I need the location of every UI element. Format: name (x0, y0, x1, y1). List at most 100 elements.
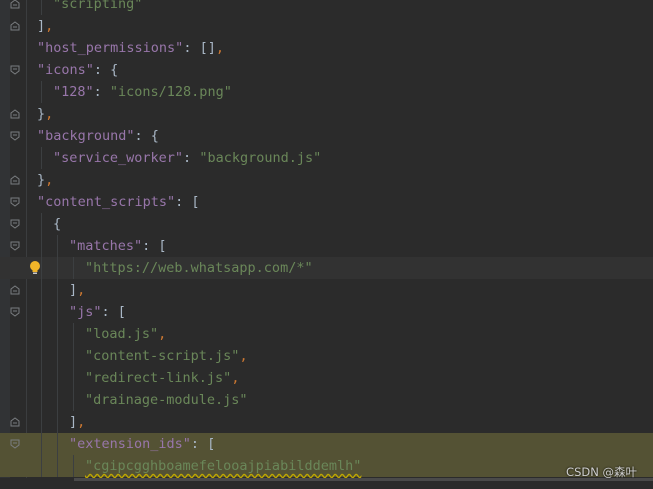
code-token: "background" (37, 128, 135, 144)
indent-guide (73, 257, 74, 279)
fold-collapse-icon[interactable] (10, 65, 20, 75)
code-text[interactable]: "cgipcgghboamefelooajpiabilddemlh" (85, 455, 361, 477)
code-text[interactable]: }, (37, 169, 53, 191)
code-line[interactable]: "cgipcgghboamefelooajpiabilddemlh" (0, 455, 653, 477)
code-line[interactable]: "content_scripts": [ (0, 191, 653, 213)
code-text[interactable]: "scripting" (53, 0, 142, 15)
code-line[interactable]: "js": [ (0, 301, 653, 323)
indent-guide (41, 147, 42, 169)
fold-collapse-icon[interactable] (10, 197, 20, 207)
code-line[interactable]: }, (0, 103, 653, 125)
code-text[interactable]: "redirect-link.js", (85, 367, 239, 389)
code-line[interactable]: }, (0, 169, 653, 191)
indent-guide (73, 389, 74, 411)
code-token: , (77, 282, 86, 298)
code-text[interactable]: "drainage-module.js" (85, 389, 248, 411)
code-line[interactable]: "https://web.whatsapp.com/*" (0, 257, 653, 279)
indent-guide (73, 367, 74, 389)
code-line[interactable]: ], (0, 279, 653, 301)
indent-guide (57, 323, 58, 345)
indent-guide (41, 257, 42, 279)
code-text[interactable]: ], (69, 411, 85, 433)
code-text[interactable]: "background": { (37, 125, 159, 147)
indent-guide (41, 345, 42, 367)
code-line[interactable]: "matches": [ (0, 235, 653, 257)
fold-end-icon[interactable] (10, 417, 20, 427)
code-token: , (239, 348, 248, 364)
code-text[interactable]: ], (37, 15, 53, 37)
code-token: } (37, 106, 46, 122)
fold-collapse-icon[interactable] (10, 131, 20, 141)
fold-collapse-icon[interactable] (10, 241, 20, 251)
code-token: : { (93, 62, 119, 78)
code-token: ] (69, 282, 78, 298)
code-text[interactable]: "extension_ids": [ (69, 433, 215, 455)
fold-end-icon[interactable] (10, 0, 20, 9)
indent-guide (41, 367, 42, 389)
code-token: "https://web.whatsapp.com/*" (85, 260, 313, 276)
code-token: "js" (69, 304, 102, 320)
code-line[interactable]: "service_worker": "background.js" (0, 147, 653, 169)
code-line[interactable]: "extension_ids": [ (0, 433, 653, 455)
code-line[interactable]: "host_permissions": [], (0, 37, 653, 59)
code-line[interactable]: ], (0, 411, 653, 433)
code-token: : [ (101, 304, 126, 320)
indent-guide (41, 389, 42, 411)
code-token: "matches" (69, 238, 143, 254)
code-token: ] (37, 18, 46, 34)
code-token: "background.js" (199, 150, 322, 166)
indent-guide (57, 345, 58, 367)
code-text[interactable]: "service_worker": "background.js" (53, 147, 321, 169)
horizontal-scrollbar[interactable] (0, 478, 653, 489)
code-text[interactable]: "matches": [ (69, 235, 167, 257)
code-token: : [ (183, 40, 208, 56)
code-token: , (45, 18, 54, 34)
code-editor[interactable]: "scripting"], "host_permissions": [], "ico… (0, 0, 653, 489)
code-token: ] (69, 414, 78, 430)
indent-guide (57, 389, 58, 411)
fold-end-icon[interactable] (10, 285, 20, 295)
code-line[interactable]: "128": "icons/128.png" (0, 81, 653, 103)
code-token: "content-script.js" (85, 348, 240, 364)
fold-end-icon[interactable] (10, 109, 20, 119)
code-text[interactable]: "icons": { (37, 59, 118, 81)
code-token: } (37, 172, 46, 188)
code-text[interactable]: { (53, 213, 61, 235)
code-token: "load.js" (85, 326, 159, 342)
code-text[interactable]: "load.js", (85, 323, 166, 345)
code-token: : [ (175, 194, 200, 210)
code-line[interactable]: ], (0, 15, 653, 37)
code-text[interactable]: ], (69, 279, 85, 301)
code-line[interactable]: "content-script.js", (0, 345, 653, 367)
fold-collapse-icon[interactable] (10, 307, 20, 317)
fold-end-icon[interactable] (10, 175, 20, 185)
indent-guide (57, 301, 58, 323)
code-token: , (45, 106, 54, 122)
code-text[interactable]: "content-script.js", (85, 345, 248, 367)
indent-guide (57, 279, 58, 301)
code-line[interactable]: "background": { (0, 125, 653, 147)
lightbulb-icon[interactable] (28, 260, 42, 276)
code-text[interactable]: "host_permissions": [], (37, 37, 224, 59)
code-token: "scripting" (53, 0, 143, 12)
fold-end-icon[interactable] (10, 21, 20, 31)
code-line[interactable]: "icons": { (0, 59, 653, 81)
fold-collapse-icon[interactable] (10, 439, 20, 449)
code-line[interactable]: "scripting" (0, 0, 653, 15)
code-text[interactable]: "js": [ (69, 301, 126, 323)
code-token: : [ (190, 436, 216, 452)
code-line[interactable]: "drainage-module.js" (0, 389, 653, 411)
code-line[interactable]: { (0, 213, 653, 235)
code-text[interactable]: "128": "icons/128.png" (53, 81, 232, 103)
fold-collapse-icon[interactable] (10, 219, 20, 229)
code-text[interactable]: }, (37, 103, 53, 125)
code-token: "icons" (37, 62, 94, 78)
code-token: "service_worker" (53, 150, 184, 166)
code-token: "cgipcgghboamefelooajpiabilddemlh" (85, 458, 362, 474)
indent-guide (57, 257, 58, 279)
indent-guide (57, 455, 58, 477)
code-text[interactable]: "content_scripts": [ (37, 191, 200, 213)
code-text[interactable]: "https://web.whatsapp.com/*" (85, 257, 313, 279)
code-line[interactable]: "load.js", (0, 323, 653, 345)
code-line[interactable]: "redirect-link.js", (0, 367, 653, 389)
